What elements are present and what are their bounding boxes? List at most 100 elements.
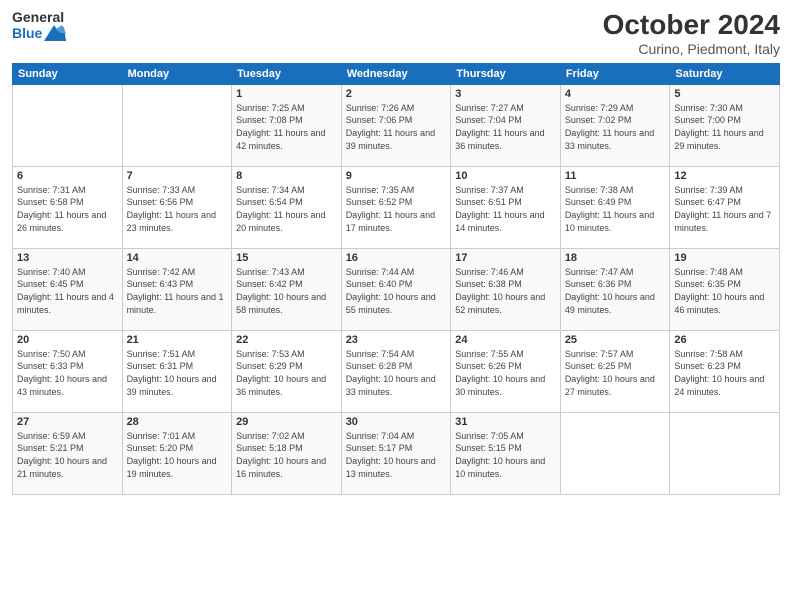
sunrise-text: Sunrise: 7:47 AM (565, 266, 666, 279)
day-info: Sunrise: 7:02 AM Sunset: 5:18 PM Dayligh… (236, 430, 337, 480)
sunrise-text: Sunrise: 7:37 AM (455, 184, 556, 197)
day-info: Sunrise: 7:30 AM Sunset: 7:00 PM Dayligh… (674, 102, 775, 152)
table-cell: 8 Sunrise: 7:34 AM Sunset: 6:54 PM Dayli… (232, 166, 342, 248)
day-info: Sunrise: 7:51 AM Sunset: 6:31 PM Dayligh… (127, 348, 228, 398)
day-number: 11 (565, 170, 666, 182)
table-cell: 28 Sunrise: 7:01 AM Sunset: 5:20 PM Dayl… (122, 412, 232, 494)
sunrise-text: Sunrise: 7:48 AM (674, 266, 775, 279)
day-info: Sunrise: 7:25 AM Sunset: 7:08 PM Dayligh… (236, 102, 337, 152)
daylight-text: Daylight: 11 hours and 20 minutes. (236, 209, 337, 234)
sunset-text: Sunset: 7:04 PM (455, 114, 556, 127)
daylight-text: Daylight: 11 hours and 1 minute. (127, 291, 228, 316)
day-info: Sunrise: 7:50 AM Sunset: 6:33 PM Dayligh… (17, 348, 118, 398)
sunrise-text: Sunrise: 7:29 AM (565, 102, 666, 115)
day-info: Sunrise: 7:38 AM Sunset: 6:49 PM Dayligh… (565, 184, 666, 234)
day-number: 4 (565, 88, 666, 100)
sunrise-text: Sunrise: 7:54 AM (346, 348, 447, 361)
logo-blue: Blue (12, 25, 66, 41)
table-cell: 29 Sunrise: 7:02 AM Sunset: 5:18 PM Dayl… (232, 412, 342, 494)
sunrise-text: Sunrise: 7:53 AM (236, 348, 337, 361)
daylight-text: Daylight: 10 hours and 19 minutes. (127, 455, 228, 480)
table-cell: 3 Sunrise: 7:27 AM Sunset: 7:04 PM Dayli… (451, 84, 561, 166)
table-cell (13, 84, 123, 166)
sunrise-text: Sunrise: 7:35 AM (346, 184, 447, 197)
day-info: Sunrise: 7:26 AM Sunset: 7:06 PM Dayligh… (346, 102, 447, 152)
day-info: Sunrise: 7:58 AM Sunset: 6:23 PM Dayligh… (674, 348, 775, 398)
table-cell: 14 Sunrise: 7:42 AM Sunset: 6:43 PM Dayl… (122, 248, 232, 330)
day-number: 31 (455, 416, 556, 428)
sunset-text: Sunset: 6:33 PM (17, 360, 118, 373)
day-info: Sunrise: 7:35 AM Sunset: 6:52 PM Dayligh… (346, 184, 447, 234)
day-info: Sunrise: 7:44 AM Sunset: 6:40 PM Dayligh… (346, 266, 447, 316)
sunrise-text: Sunrise: 7:34 AM (236, 184, 337, 197)
day-number: 2 (346, 88, 447, 100)
logo-bird-icon (44, 25, 66, 41)
daylight-text: Daylight: 11 hours and 14 minutes. (455, 209, 556, 234)
sunset-text: Sunset: 6:35 PM (674, 278, 775, 291)
table-cell: 6 Sunrise: 7:31 AM Sunset: 6:58 PM Dayli… (13, 166, 123, 248)
daylight-text: Daylight: 10 hours and 30 minutes. (455, 373, 556, 398)
sunset-text: Sunset: 6:49 PM (565, 196, 666, 209)
table-cell: 5 Sunrise: 7:30 AM Sunset: 7:00 PM Dayli… (670, 84, 780, 166)
sunrise-text: Sunrise: 7:27 AM (455, 102, 556, 115)
calendar-title: October 2024 (603, 10, 780, 41)
day-info: Sunrise: 6:59 AM Sunset: 5:21 PM Dayligh… (17, 430, 118, 480)
daylight-text: Daylight: 11 hours and 42 minutes. (236, 127, 337, 152)
daylight-text: Daylight: 10 hours and 36 minutes. (236, 373, 337, 398)
daylight-text: Daylight: 10 hours and 24 minutes. (674, 373, 775, 398)
week-row-4: 20 Sunrise: 7:50 AM Sunset: 6:33 PM Dayl… (13, 330, 780, 412)
table-cell (670, 412, 780, 494)
daylight-text: Daylight: 11 hours and 26 minutes. (17, 209, 118, 234)
daylight-text: Daylight: 11 hours and 29 minutes. (674, 127, 775, 152)
table-cell: 12 Sunrise: 7:39 AM Sunset: 6:47 PM Dayl… (670, 166, 780, 248)
page-header: General Blue October 2024 Curino, Piedmo… (12, 10, 780, 57)
sunrise-text: Sunrise: 7:57 AM (565, 348, 666, 361)
table-cell: 18 Sunrise: 7:47 AM Sunset: 6:36 PM Dayl… (560, 248, 670, 330)
table-cell: 16 Sunrise: 7:44 AM Sunset: 6:40 PM Dayl… (341, 248, 451, 330)
daylight-text: Daylight: 10 hours and 55 minutes. (346, 291, 447, 316)
header-row: Sunday Monday Tuesday Wednesday Thursday… (13, 63, 780, 84)
sunrise-text: Sunrise: 7:31 AM (17, 184, 118, 197)
day-number: 13 (17, 252, 118, 264)
table-cell: 20 Sunrise: 7:50 AM Sunset: 6:33 PM Dayl… (13, 330, 123, 412)
sunset-text: Sunset: 5:17 PM (346, 442, 447, 455)
daylight-text: Daylight: 11 hours and 17 minutes. (346, 209, 447, 234)
sunrise-text: Sunrise: 7:33 AM (127, 184, 228, 197)
calendar-subtitle: Curino, Piedmont, Italy (603, 41, 780, 57)
table-cell: 27 Sunrise: 6:59 AM Sunset: 5:21 PM Dayl… (13, 412, 123, 494)
table-cell: 24 Sunrise: 7:55 AM Sunset: 6:26 PM Dayl… (451, 330, 561, 412)
sunset-text: Sunset: 7:08 PM (236, 114, 337, 127)
header-thursday: Thursday (451, 63, 561, 84)
sunrise-text: Sunrise: 7:05 AM (455, 430, 556, 443)
table-cell: 11 Sunrise: 7:38 AM Sunset: 6:49 PM Dayl… (560, 166, 670, 248)
sunset-text: Sunset: 7:00 PM (674, 114, 775, 127)
sunrise-text: Sunrise: 6:59 AM (17, 430, 118, 443)
table-cell (560, 412, 670, 494)
day-info: Sunrise: 7:42 AM Sunset: 6:43 PM Dayligh… (127, 266, 228, 316)
sunrise-text: Sunrise: 7:46 AM (455, 266, 556, 279)
daylight-text: Daylight: 10 hours and 33 minutes. (346, 373, 447, 398)
header-wednesday: Wednesday (341, 63, 451, 84)
sunrise-text: Sunrise: 7:42 AM (127, 266, 228, 279)
daylight-text: Daylight: 10 hours and 52 minutes. (455, 291, 556, 316)
table-cell: 21 Sunrise: 7:51 AM Sunset: 6:31 PM Dayl… (122, 330, 232, 412)
table-cell: 2 Sunrise: 7:26 AM Sunset: 7:06 PM Dayli… (341, 84, 451, 166)
table-cell: 1 Sunrise: 7:25 AM Sunset: 7:08 PM Dayli… (232, 84, 342, 166)
sunset-text: Sunset: 6:47 PM (674, 196, 775, 209)
daylight-text: Daylight: 11 hours and 10 minutes. (565, 209, 666, 234)
day-info: Sunrise: 7:31 AM Sunset: 6:58 PM Dayligh… (17, 184, 118, 234)
day-number: 16 (346, 252, 447, 264)
day-number: 24 (455, 334, 556, 346)
table-cell: 26 Sunrise: 7:58 AM Sunset: 6:23 PM Dayl… (670, 330, 780, 412)
daylight-text: Daylight: 10 hours and 10 minutes. (455, 455, 556, 480)
day-info: Sunrise: 7:01 AM Sunset: 5:20 PM Dayligh… (127, 430, 228, 480)
day-number: 19 (674, 252, 775, 264)
day-info: Sunrise: 7:40 AM Sunset: 6:45 PM Dayligh… (17, 266, 118, 316)
day-number: 15 (236, 252, 337, 264)
week-row-5: 27 Sunrise: 6:59 AM Sunset: 5:21 PM Dayl… (13, 412, 780, 494)
sunrise-text: Sunrise: 7:39 AM (674, 184, 775, 197)
day-info: Sunrise: 7:27 AM Sunset: 7:04 PM Dayligh… (455, 102, 556, 152)
sunset-text: Sunset: 6:23 PM (674, 360, 775, 373)
daylight-text: Daylight: 10 hours and 21 minutes. (17, 455, 118, 480)
day-number: 22 (236, 334, 337, 346)
